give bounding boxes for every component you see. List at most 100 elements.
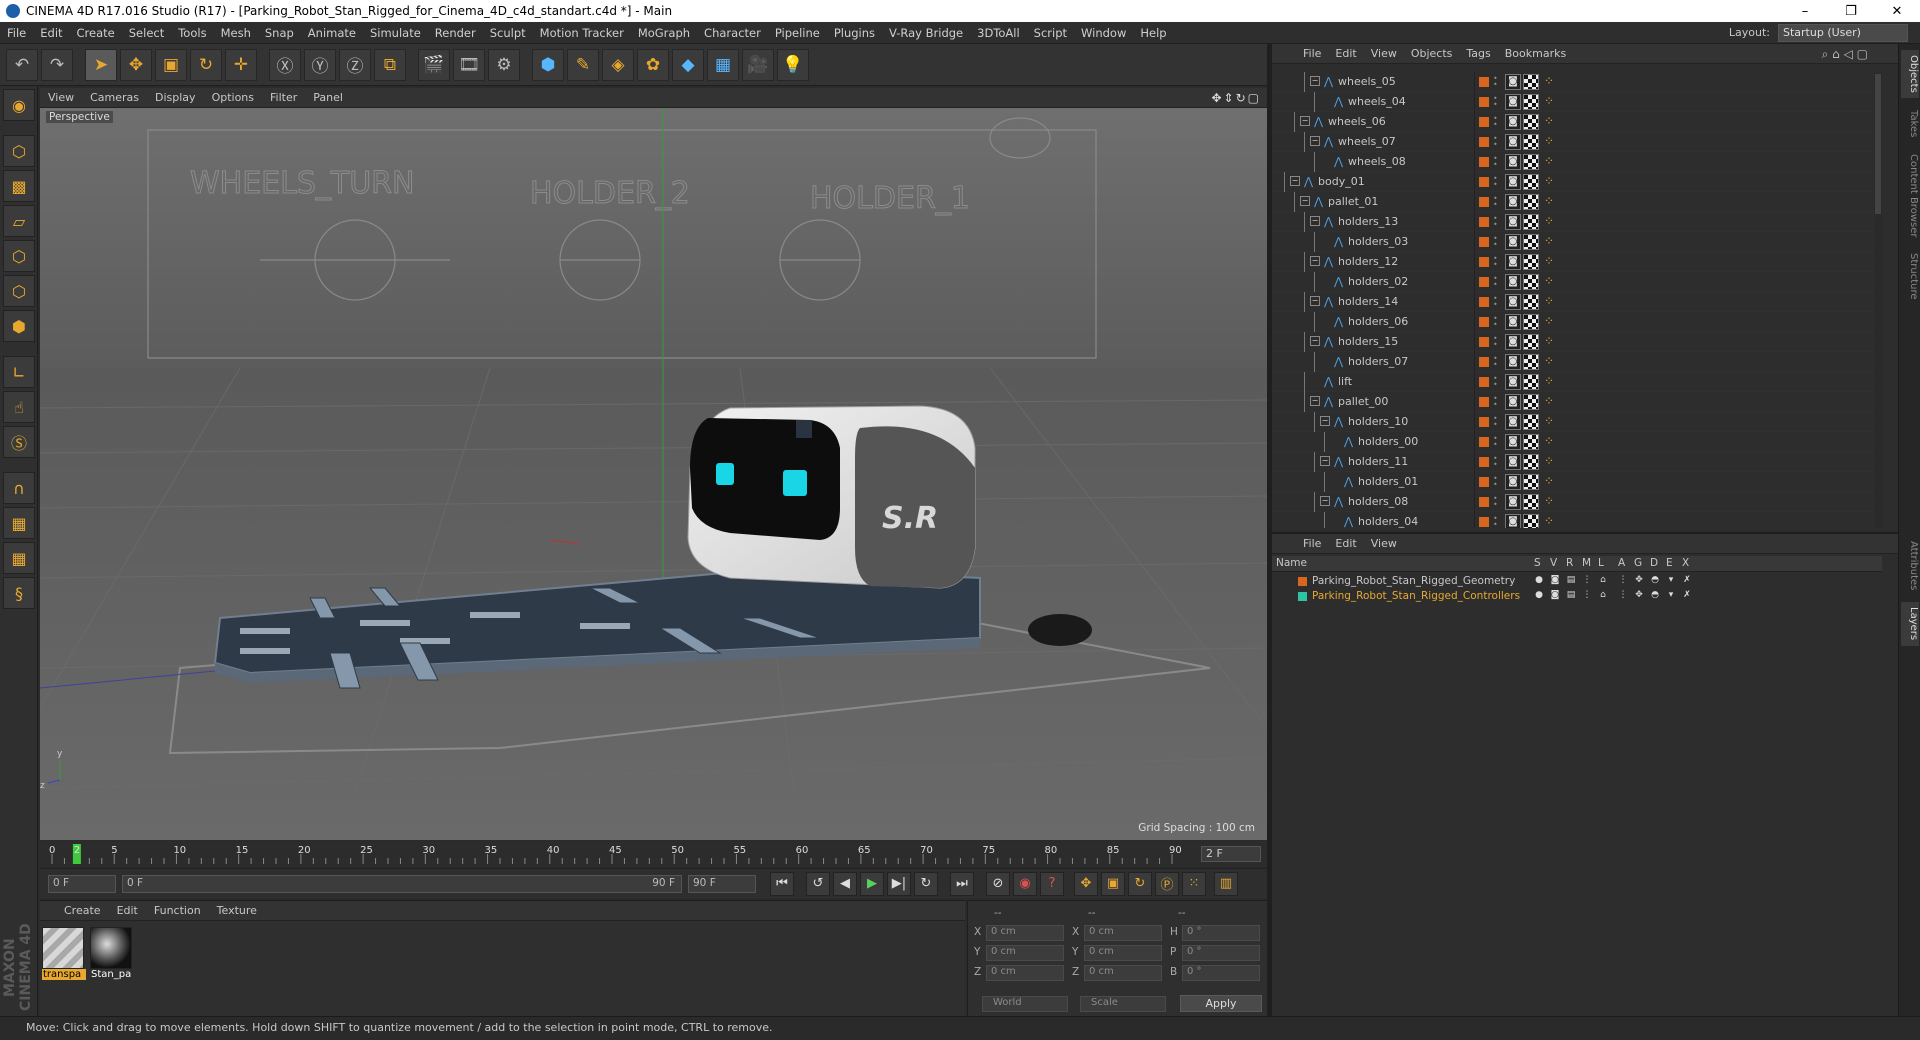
layer-solo-icon[interactable]: ●: [1534, 590, 1544, 602]
layer-color-swatch[interactable]: [1479, 277, 1489, 287]
ik-tag-icon[interactable]: ⁘: [1541, 94, 1557, 110]
texture-tag-icon[interactable]: [1523, 174, 1539, 190]
visibility-dots-icon[interactable]: • •: [1493, 175, 1498, 189]
keyframe-selection-icon[interactable]: ?: [1040, 871, 1064, 896]
visibility-dots-icon[interactable]: • •: [1493, 295, 1498, 309]
floor-scene-icon[interactable]: ▦: [707, 48, 739, 81]
tab-layers[interactable]: Layers: [1901, 602, 1919, 646]
layer-generator-icon[interactable]: ✥: [1634, 590, 1644, 602]
texture-tag-icon[interactable]: [1523, 214, 1539, 230]
texture-tag-icon[interactable]: [1523, 94, 1539, 110]
display-tag-icon[interactable]: ◙: [1505, 174, 1521, 190]
menu-mesh[interactable]: Mesh: [214, 26, 258, 40]
layer-animation-icon[interactable]: ⋮: [1618, 590, 1628, 602]
points-mode-icon[interactable]: ⬡: [3, 240, 35, 272]
texture-mode-icon[interactable]: ▩: [3, 170, 35, 202]
redo-icon[interactable]: ↷: [41, 48, 73, 81]
visibility-dots-icon[interactable]: • •: [1493, 515, 1498, 529]
ik-tag-icon[interactable]: ⁘: [1541, 254, 1557, 270]
render-picture-viewer-icon[interactable]: 🎞: [453, 48, 485, 81]
object-row[interactable]: − ⋀ holders_12 • • ◙ ⁘: [1272, 252, 1882, 272]
size-x-field[interactable]: 0 cm: [1084, 925, 1162, 941]
visibility-dots-icon[interactable]: • •: [1493, 195, 1498, 209]
rotation-key-icon[interactable]: ↻: [1128, 871, 1152, 896]
layers-menu-view[interactable]: View: [1364, 537, 1404, 550]
visibility-dots-icon[interactable]: • •: [1493, 355, 1498, 369]
snap-magnet-icon[interactable]: ∩: [3, 472, 35, 504]
rotation-p-field[interactable]: 0 °: [1182, 945, 1260, 961]
tab-structure[interactable]: Structure: [1901, 248, 1919, 304]
material-menu-function[interactable]: Function: [146, 904, 209, 917]
layer-color-swatch[interactable]: [1298, 577, 1307, 586]
live-selection-icon[interactable]: ✛: [225, 48, 257, 81]
y-axis-lock-icon[interactable]: Ⓨ: [304, 48, 336, 81]
timeline[interactable]: 0 2 5 10 15 20 25 30 35 40 45 50 55 60 65 70 75 80 85 90 2 …: [40, 842, 1267, 866]
display-tag-icon[interactable]: ◙: [1505, 434, 1521, 450]
expand-toggle-icon[interactable]: −: [1320, 496, 1330, 506]
texture-tag-icon[interactable]: [1523, 294, 1539, 310]
texture-tag-icon[interactable]: [1523, 354, 1539, 370]
edges-mode-icon[interactable]: ⬡: [3, 275, 35, 307]
display-tag-icon[interactable]: ◙: [1505, 74, 1521, 90]
display-tag-icon[interactable]: ◙: [1505, 154, 1521, 170]
menu-create[interactable]: Create: [70, 26, 122, 40]
object-row[interactable]: − ⋀ holders_11 • • ◙ ⁘: [1272, 452, 1882, 472]
x-axis-lock-icon[interactable]: Ⓧ: [269, 48, 301, 81]
rotation-b-field[interactable]: 0 °: [1182, 965, 1260, 981]
texture-tag-icon[interactable]: [1523, 314, 1539, 330]
object-row[interactable]: ⋀ wheels_04 • • ◙ ⁘: [1272, 92, 1882, 112]
expand-toggle-icon[interactable]: −: [1310, 136, 1320, 146]
display-tag-icon[interactable]: ◙: [1505, 214, 1521, 230]
menu-vray-bridge[interactable]: V-Ray Bridge: [882, 26, 970, 40]
material-menu-edit[interactable]: Edit: [109, 904, 146, 917]
coordinate-mode-dropdown[interactable]: World: [982, 996, 1068, 1012]
layer-manager-icon[interactable]: ⋮: [1582, 575, 1592, 587]
layer-color-swatch[interactable]: [1479, 297, 1489, 307]
texture-tag-icon[interactable]: [1523, 234, 1539, 250]
close-button[interactable]: ✕: [1874, 0, 1920, 22]
display-tag-icon[interactable]: ◙: [1505, 394, 1521, 410]
material-menu-create[interactable]: Create: [56, 904, 109, 917]
ik-tag-icon[interactable]: ⁘: [1541, 454, 1557, 470]
tab-content-browser[interactable]: Content Browser: [1901, 150, 1919, 242]
display-tag-icon[interactable]: ◙: [1505, 194, 1521, 210]
layer-color-swatch[interactable]: [1479, 197, 1489, 207]
scale-key-icon[interactable]: ▣: [1101, 871, 1125, 896]
make-editable-icon[interactable]: ◉: [3, 89, 35, 121]
object-row[interactable]: − ⋀ wheels_06 • • ◙ ⁘: [1272, 112, 1882, 132]
texture-tag-icon[interactable]: [1523, 434, 1539, 450]
position-z-field[interactable]: 0 cm: [986, 965, 1064, 981]
display-tag-icon[interactable]: ◙: [1505, 254, 1521, 270]
display-tag-icon[interactable]: ◙: [1505, 294, 1521, 310]
display-tag-icon[interactable]: ◙: [1505, 234, 1521, 250]
workplane-icon[interactable]: ▱: [3, 205, 35, 237]
viewport-menu-options[interactable]: Options: [204, 91, 262, 104]
search-icon[interactable]: ⌕ ⌂ ◁ ▢: [1822, 47, 1868, 62]
menu-script[interactable]: Script: [1027, 26, 1074, 40]
visibility-dots-icon[interactable]: • •: [1493, 115, 1498, 129]
texture-tag-icon[interactable]: [1523, 494, 1539, 510]
previous-key-icon[interactable]: ↺: [806, 871, 830, 896]
layer-color-swatch[interactable]: [1479, 237, 1489, 247]
layout-dropdown[interactable]: Startup (User): [1778, 24, 1908, 42]
ik-tag-icon[interactable]: ⁘: [1541, 474, 1557, 490]
expand-toggle-icon[interactable]: −: [1320, 456, 1330, 466]
menu-help[interactable]: Help: [1133, 26, 1173, 40]
layer-color-swatch[interactable]: [1479, 437, 1489, 447]
visibility-dots-icon[interactable]: • •: [1493, 155, 1498, 169]
ik-tag-icon[interactable]: ⁘: [1541, 194, 1557, 210]
object-row[interactable]: − ⋀ holders_15 • • ◙ ⁘: [1272, 332, 1882, 352]
play-forward-icon[interactable]: ▶: [860, 871, 884, 896]
ik-tag-icon[interactable]: ⁘: [1541, 514, 1557, 528]
light-icon[interactable]: 💡: [777, 48, 809, 81]
layer-lock-icon[interactable]: ⌂: [1598, 590, 1608, 602]
undo-icon[interactable]: ↶: [6, 48, 38, 81]
object-row[interactable]: − ⋀ holders_14 • • ◙ ⁘: [1272, 292, 1882, 312]
layer-deformer-icon[interactable]: ◓: [1650, 575, 1660, 587]
planar-workplane-icon[interactable]: ▦: [3, 542, 35, 574]
layer-color-swatch[interactable]: [1479, 477, 1489, 487]
object-row[interactable]: − ⋀ wheels_05 • • ◙ ⁘: [1272, 72, 1882, 92]
ik-tag-icon[interactable]: ⁘: [1541, 434, 1557, 450]
material-stan-pa[interactable]: Stan_pa: [90, 927, 134, 983]
layer-color-swatch[interactable]: [1479, 517, 1489, 527]
